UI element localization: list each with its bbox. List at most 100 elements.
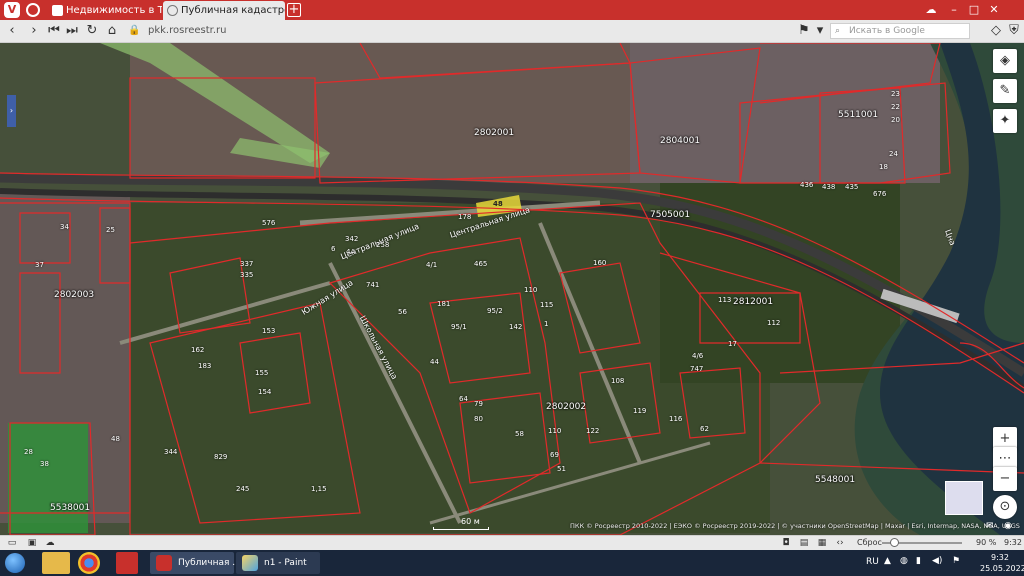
tile-icon[interactable]: ▣ bbox=[26, 537, 38, 549]
parcel-number[interactable]: 112 bbox=[767, 319, 780, 327]
parcel-number[interactable]: 829 bbox=[214, 453, 227, 461]
flag-icon[interactable]: ⚑ bbox=[952, 556, 960, 566]
parcel-number[interactable]: 747 bbox=[690, 365, 703, 373]
parcel-number[interactable]: 436 bbox=[800, 181, 813, 189]
parcel-number[interactable]: 142 bbox=[509, 323, 522, 331]
cadastral-map[interactable]: 2802001 2804001 5511001 7505001 2802003 … bbox=[0, 43, 1024, 535]
parcel-number[interactable]: 24 bbox=[889, 150, 898, 158]
parcel-number[interactable]: 258 bbox=[376, 241, 389, 249]
search-input[interactable]: ⌕ Искать в Google bbox=[830, 23, 970, 39]
parcel-number[interactable]: 342 bbox=[345, 235, 358, 243]
quarter-label[interactable]: 5548001 bbox=[815, 475, 855, 485]
start-button[interactable] bbox=[5, 553, 25, 573]
fast-forward-icon[interactable]: ⏭ bbox=[64, 23, 80, 39]
bookmark-icon[interactable]: ⚑ bbox=[796, 23, 812, 39]
new-tab-button[interactable]: + bbox=[287, 3, 301, 17]
parcel-number[interactable]: 162 bbox=[191, 346, 204, 354]
maximize-window-icon[interactable]: □ bbox=[965, 0, 983, 20]
basemap-switch-thumbnail[interactable] bbox=[945, 481, 983, 515]
locate-icon[interactable]: ✦ bbox=[993, 109, 1017, 133]
quarter-label[interactable]: 7505001 bbox=[650, 210, 690, 220]
parcel-number[interactable]: 25 bbox=[106, 226, 115, 234]
parcel-number[interactable]: 6 bbox=[331, 245, 335, 253]
chrome-icon[interactable] bbox=[78, 552, 100, 574]
layers-icon[interactable]: ◈ bbox=[993, 49, 1017, 73]
parcel-number[interactable]: 79 bbox=[474, 400, 483, 408]
parcel-number[interactable]: 17 bbox=[728, 340, 737, 348]
back-icon[interactable]: ‹ bbox=[4, 23, 20, 39]
shield-icon[interactable]: ⛨ bbox=[1006, 23, 1022, 39]
ruler-icon[interactable]: ✎ bbox=[993, 79, 1017, 103]
extension-icon[interactable]: ◇ bbox=[988, 23, 1004, 39]
parcel-number[interactable]: 22 bbox=[891, 103, 900, 111]
compass-icon[interactable]: ⊙ bbox=[993, 495, 1017, 519]
quarter-label[interactable]: 5511001 bbox=[838, 110, 878, 120]
parcel-number[interactable]: 335 bbox=[240, 271, 253, 279]
address-field[interactable]: 🔒 pkk.rosreestr.ru bbox=[128, 23, 793, 39]
parcel-number[interactable]: 155 bbox=[255, 369, 268, 377]
parcel-number[interactable]: 4/1 bbox=[426, 261, 437, 269]
camera-icon[interactable]: ◘ bbox=[780, 537, 792, 549]
reload-icon[interactable]: ↻ bbox=[84, 23, 100, 39]
parcel-number[interactable]: 4/6 bbox=[692, 352, 703, 360]
quarter-label[interactable]: 2802002 bbox=[546, 402, 586, 412]
parcel-number[interactable]: 80 bbox=[474, 415, 483, 423]
parcel-number[interactable]: 1,15 bbox=[311, 485, 327, 493]
parcel-number[interactable]: 435 bbox=[845, 183, 858, 191]
parcel-number[interactable]: 115 bbox=[540, 301, 553, 309]
cloud-icon[interactable]: ☁ bbox=[44, 537, 56, 549]
parcel-number[interactable]: 1 bbox=[544, 320, 548, 328]
parcel-number[interactable]: 113 bbox=[718, 296, 731, 304]
parcel-number[interactable]: 95/2 bbox=[487, 307, 503, 315]
parcel-number[interactable]: 245 bbox=[236, 485, 249, 493]
file-explorer-icon[interactable] bbox=[42, 552, 70, 574]
parcel-number[interactable]: 51 bbox=[557, 465, 566, 473]
zoom-reset-button[interactable]: Сброс bbox=[857, 537, 882, 549]
parcel-number[interactable]: 465 bbox=[474, 260, 487, 268]
tray-chevron-icon[interactable]: ▲ bbox=[884, 556, 891, 566]
forward-icon[interactable]: › bbox=[26, 23, 42, 39]
dropdown-icon[interactable]: ▾ bbox=[812, 23, 828, 39]
parcel-number[interactable]: 122 bbox=[586, 427, 599, 435]
quarter-label[interactable]: 5538001 bbox=[50, 503, 90, 513]
parcel-number[interactable]: 34 bbox=[60, 223, 69, 231]
parcel-number[interactable]: 38 bbox=[40, 460, 49, 468]
parcel-number[interactable]: 56 bbox=[398, 308, 407, 316]
quarter-label[interactable]: 2804001 bbox=[660, 136, 700, 146]
parcel-number[interactable]: 58 bbox=[515, 430, 524, 438]
taskbar-clock[interactable]: 9:32 25.05.2022 bbox=[980, 552, 1024, 574]
minimize-window-icon[interactable]: – bbox=[945, 0, 963, 20]
zoom-slider-thumb[interactable] bbox=[889, 538, 899, 547]
parcel-number[interactable]: 110 bbox=[548, 427, 561, 435]
expand-panel-button[interactable]: › bbox=[7, 95, 16, 127]
chat-icon[interactable]: ✉ bbox=[986, 521, 994, 531]
parcel-number[interactable]: 119 bbox=[633, 407, 646, 415]
rewind-icon[interactable]: ⏮ bbox=[46, 23, 62, 39]
parcel-number[interactable]: 18 bbox=[879, 163, 888, 171]
parcel-number[interactable]: 181 bbox=[437, 300, 450, 308]
parcel-number[interactable]: 62 bbox=[700, 425, 709, 433]
quarter-label[interactable]: 2802001 bbox=[474, 128, 514, 138]
network-icon[interactable]: ▮ bbox=[916, 556, 921, 566]
tray-app-icon[interactable]: ◍ bbox=[900, 556, 908, 566]
close-window-icon[interactable]: ✕ bbox=[985, 0, 1003, 20]
home-icon[interactable]: ⌂ bbox=[104, 23, 120, 39]
parcel-number[interactable]: 116 bbox=[669, 415, 682, 423]
parcel-number[interactable]: 23 bbox=[891, 90, 900, 98]
cloud-sync-icon[interactable]: ☁ bbox=[922, 0, 940, 20]
parcel-number[interactable]: 110 bbox=[524, 286, 537, 294]
parcel-number[interactable]: 183 bbox=[198, 362, 211, 370]
highlighted-parcel-number[interactable]: 48 bbox=[493, 200, 503, 208]
tile-view-icon[interactable]: ▤ bbox=[798, 537, 810, 549]
parcel-number[interactable]: 108 bbox=[611, 377, 624, 385]
parcel-number[interactable]: 20 bbox=[891, 116, 900, 124]
zoom-out-button[interactable]: − bbox=[993, 467, 1017, 491]
quarter-label[interactable]: 2802003 bbox=[54, 290, 94, 300]
vk-icon[interactable]: ◉ bbox=[1004, 521, 1012, 531]
parcel-number[interactable]: 576 bbox=[262, 219, 275, 227]
panel-icon[interactable]: ▭ bbox=[6, 537, 18, 549]
parcel-number[interactable]: 48 bbox=[111, 435, 120, 443]
parcel-number[interactable]: 344 bbox=[164, 448, 177, 456]
language-indicator[interactable]: RU bbox=[866, 557, 879, 567]
parcel-number[interactable]: 95/1 bbox=[451, 323, 467, 331]
